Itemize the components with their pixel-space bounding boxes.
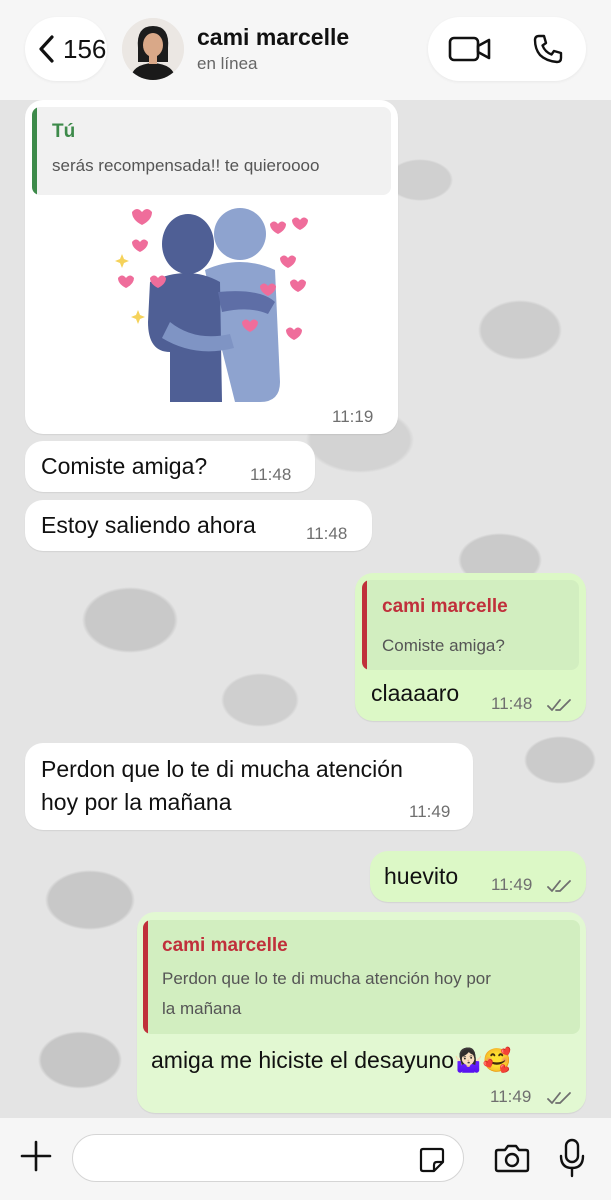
quote-bar xyxy=(32,107,37,195)
message-time: 11:48 xyxy=(491,694,533,713)
message-input[interactable] xyxy=(72,1134,464,1182)
camera-icon[interactable] xyxy=(494,1142,530,1174)
message-bubble-incoming[interactable]: Perdon que lo te di mucha atención hoy p… xyxy=(25,743,473,830)
quoted-message[interactable]: cami marcelle Comiste amiga? xyxy=(362,580,579,670)
contact-name[interactable]: cami marcelle xyxy=(197,24,349,51)
quote-text-line1: Perdon que lo te di mucha atención hoy p… xyxy=(162,969,491,988)
hug-sticker[interactable] xyxy=(110,202,320,412)
read-ticks-icon xyxy=(547,1092,571,1104)
message-bubble-incoming[interactable]: Comiste amiga? 11:48 xyxy=(25,441,315,492)
quote-text-line2: la mañana xyxy=(162,999,242,1018)
message-time: 11:48 xyxy=(306,524,348,543)
read-ticks-icon xyxy=(547,880,571,892)
quote-text: serás recompensada!! te quieroooo xyxy=(52,156,320,175)
phone-icon[interactable] xyxy=(532,33,564,65)
message-bubble-incoming[interactable]: Tú serás recompensada!! te quieroooo 11:… xyxy=(25,100,398,434)
message-text-line1: Perdon que lo te di mucha atención xyxy=(41,756,403,782)
message-time: 11:19 xyxy=(332,407,374,426)
message-bubble-incoming[interactable]: Estoy saliendo ahora 11:48 xyxy=(25,500,372,551)
message-time: 11:48 xyxy=(250,465,292,484)
call-actions xyxy=(428,17,586,81)
sticker-icon[interactable] xyxy=(418,1146,446,1174)
message-time: 11:49 xyxy=(491,875,533,894)
quote-author: Tú xyxy=(52,121,76,142)
unread-count: 156 xyxy=(63,33,107,64)
quoted-message[interactable]: cami marcelle Perdon que lo te di mucha … xyxy=(143,920,580,1034)
quote-bar xyxy=(143,920,148,1034)
read-ticks-icon xyxy=(547,699,571,711)
message-text: amiga me hiciste el desayuno🤷🏻‍♀️🥰 xyxy=(151,1047,512,1073)
composer-bar xyxy=(0,1118,611,1200)
quote-text: Comiste amiga? xyxy=(382,636,505,655)
quoted-message[interactable]: Tú serás recompensada!! te quieroooo xyxy=(32,107,391,195)
chat-header: 156 cami marcelle en línea xyxy=(0,0,611,100)
avatar[interactable] xyxy=(122,18,184,80)
plus-icon[interactable] xyxy=(20,1140,52,1172)
microphone-icon[interactable] xyxy=(558,1138,586,1178)
avatar-photo xyxy=(122,18,184,80)
message-text: claaaaro xyxy=(371,680,460,706)
message-bubble-outgoing[interactable]: cami marcelle Perdon que lo te di mucha … xyxy=(137,912,586,1113)
message-bubble-outgoing[interactable]: huevito 11:49 xyxy=(370,851,586,902)
contact-status: en línea xyxy=(197,54,258,73)
message-text-line2: hoy por la mañana xyxy=(41,789,232,815)
chevron-left-icon xyxy=(39,35,54,63)
message-time: 11:49 xyxy=(409,802,451,821)
quote-author: cami marcelle xyxy=(382,596,508,617)
video-call-icon[interactable] xyxy=(448,34,492,64)
message-text: Estoy saliendo ahora xyxy=(41,512,256,538)
quote-author: cami marcelle xyxy=(162,935,288,956)
message-bubble-outgoing[interactable]: cami marcelle Comiste amiga? claaaaro 11… xyxy=(355,573,586,721)
message-text: huevito xyxy=(384,863,459,889)
back-button[interactable]: 156 xyxy=(25,17,107,81)
message-time: 11:49 xyxy=(490,1087,532,1106)
message-text: Comiste amiga? xyxy=(41,453,208,479)
quote-bar xyxy=(362,580,367,670)
